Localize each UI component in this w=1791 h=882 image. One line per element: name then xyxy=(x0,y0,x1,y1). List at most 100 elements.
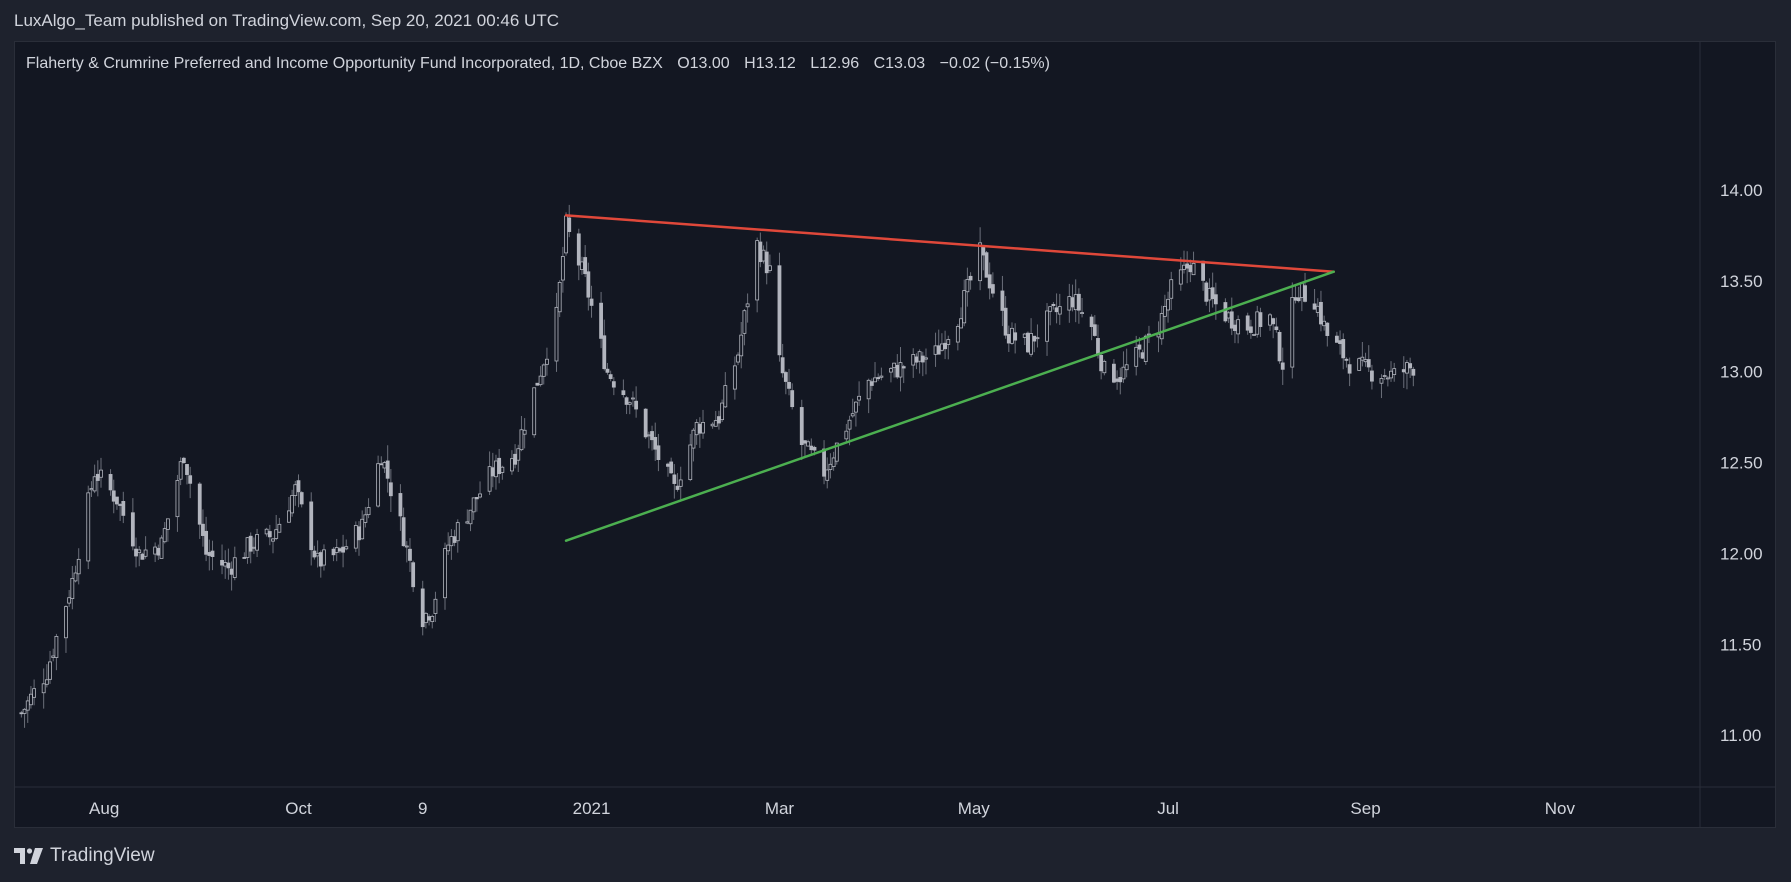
candle-body xyxy=(1274,326,1279,331)
candle-body xyxy=(337,548,342,552)
candle-body xyxy=(19,712,24,715)
price-tick-label: 11.50 xyxy=(1720,635,1761,654)
candle-body xyxy=(178,461,183,480)
candle-body xyxy=(497,457,502,475)
candle-body xyxy=(1382,375,1387,377)
candle-body xyxy=(318,552,323,567)
candle-body xyxy=(210,550,215,557)
candle-body xyxy=(723,385,728,408)
candle-body xyxy=(433,598,438,614)
candle-body xyxy=(1226,312,1231,319)
candle-body xyxy=(608,374,613,380)
candle-body xyxy=(850,413,855,417)
candle-body xyxy=(111,490,116,502)
candle-body xyxy=(363,514,368,523)
candle-body xyxy=(1366,359,1371,368)
candle-body xyxy=(1182,264,1186,270)
candle-body xyxy=(1099,354,1104,372)
candle-body xyxy=(583,257,588,275)
candle-body xyxy=(86,492,91,562)
candle-body xyxy=(1319,301,1323,325)
candle-body xyxy=(519,429,524,451)
candle-body xyxy=(691,429,696,449)
tradingview-brand[interactable]: TradingView xyxy=(14,845,155,867)
price-tick-label: 12.00 xyxy=(1720,544,1763,563)
candle-body xyxy=(790,390,795,408)
candle-body xyxy=(799,407,804,446)
candle-body xyxy=(697,423,702,434)
candle-body xyxy=(745,303,750,308)
candle-body xyxy=(1411,368,1416,376)
candle-body xyxy=(777,265,782,356)
candle-body xyxy=(137,549,142,554)
candle-body xyxy=(251,546,256,549)
candle-body xyxy=(892,362,897,369)
candle-body xyxy=(1045,310,1049,342)
candle-body xyxy=(452,536,457,543)
candle-body xyxy=(376,463,381,507)
candle-body xyxy=(643,408,648,438)
candle-body xyxy=(866,379,871,400)
candle-body xyxy=(388,482,393,497)
candle-body xyxy=(567,217,572,232)
candle-body xyxy=(487,466,492,492)
candle-body xyxy=(672,474,677,484)
candle-body xyxy=(468,509,473,525)
candle-body xyxy=(1169,279,1174,299)
candle-body xyxy=(293,484,298,496)
candle-body xyxy=(1010,327,1014,344)
candle-body xyxy=(408,548,412,561)
candle-body xyxy=(943,342,947,350)
candle-body xyxy=(67,597,72,604)
candle-body xyxy=(1315,305,1320,313)
candle-body xyxy=(159,537,164,559)
candle-body xyxy=(742,310,747,334)
time-tick-label: May xyxy=(958,799,991,818)
candle-body xyxy=(844,430,849,440)
candle-body xyxy=(1029,333,1033,355)
candle-body xyxy=(1140,352,1145,359)
candle-body xyxy=(1229,311,1234,329)
resistance-trendline[interactable] xyxy=(564,214,1335,273)
candle-body xyxy=(962,290,967,324)
candle-body xyxy=(277,523,282,533)
candlestick-chart[interactable]: 14.00 13.50 13.00 12.50 12.00 11.50 11.00 Aug Oc… xyxy=(0,0,1791,882)
candle-body xyxy=(854,401,858,413)
candle-body xyxy=(1233,324,1237,331)
candle-body xyxy=(599,302,603,339)
candle-body xyxy=(185,464,189,475)
candle-body xyxy=(1080,312,1084,314)
candle-body xyxy=(646,434,651,437)
candle-body xyxy=(803,440,807,444)
candle-body xyxy=(1210,287,1215,300)
candle-body xyxy=(554,306,559,362)
candle-body xyxy=(312,550,317,558)
candle-body xyxy=(366,507,371,516)
time-tick-label: Oct xyxy=(285,799,312,818)
time-tick-label: Aug xyxy=(89,799,119,818)
candle-body xyxy=(1032,335,1037,342)
candle-body xyxy=(64,606,68,639)
candle-body xyxy=(1255,311,1260,335)
candle-body xyxy=(226,562,231,569)
candle-body xyxy=(739,334,744,357)
candle-body xyxy=(1118,377,1123,383)
change-value: −0.02 (−0.15%) xyxy=(939,55,1050,72)
candle-body xyxy=(1054,307,1059,313)
candle-body xyxy=(787,381,791,389)
candle-body xyxy=(490,467,495,477)
candle-body xyxy=(121,501,126,516)
high-value: H13.12 xyxy=(744,55,796,72)
candle-body xyxy=(1296,297,1301,302)
candle-body xyxy=(220,560,224,566)
time-tick-label: Sep xyxy=(1350,799,1380,818)
candle-body xyxy=(627,402,632,405)
candle-body xyxy=(876,377,881,380)
candle-body xyxy=(500,466,505,473)
candle-body xyxy=(478,493,482,498)
support-trendline[interactable] xyxy=(564,270,1335,542)
candle-body xyxy=(589,298,594,306)
candle-body xyxy=(245,537,250,558)
candle-body xyxy=(29,693,33,706)
candle-body xyxy=(732,365,737,390)
